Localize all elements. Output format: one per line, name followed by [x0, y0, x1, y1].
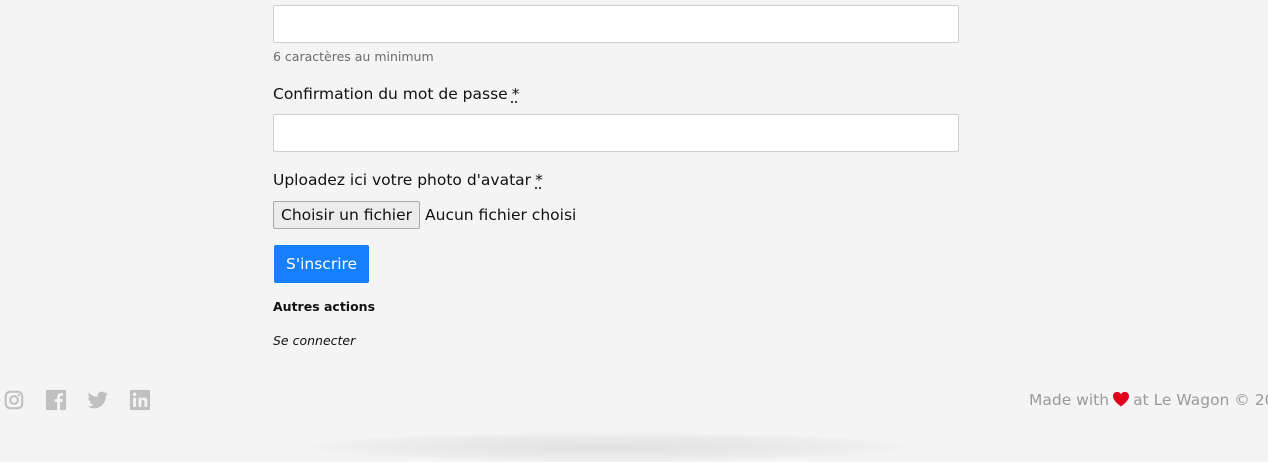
linkedin-icon[interactable]	[129, 389, 151, 411]
footer-credit: Made with at Le Wagon © 20	[1029, 391, 1268, 409]
instagram-icon[interactable]	[3, 389, 25, 411]
bottom-shadow	[310, 432, 905, 462]
password-hint: 6 caractères au minimum	[273, 49, 434, 64]
choose-file-button[interactable]: Choisir un fichier	[273, 201, 421, 229]
password-confirmation-input[interactable]	[273, 114, 959, 152]
avatar-label: Uploadez ici votre photo d'avatar *	[273, 171, 543, 189]
file-status-text: Aucun fichier choisi	[425, 206, 577, 224]
signup-submit-button[interactable]: S'inscrire	[274, 245, 370, 283]
password-input[interactable]	[273, 5, 959, 43]
social-links	[3, 389, 171, 411]
at-le-wagon-text: at Le Wagon © 20	[1133, 391, 1268, 409]
required-marker: *	[535, 171, 543, 189]
login-link[interactable]: Se connecter	[273, 333, 355, 348]
made-with-text: Made with	[1029, 391, 1110, 409]
heart-icon	[1112, 391, 1130, 407]
avatar-label-text: Uploadez ici votre photo d'avatar	[273, 171, 532, 189]
twitter-icon[interactable]	[87, 389, 109, 411]
password-confirmation-label-text: Confirmation du mot de passe	[273, 85, 508, 103]
password-confirmation-label: Confirmation du mot de passe *	[273, 85, 519, 103]
facebook-icon[interactable]	[45, 389, 67, 411]
avatar-file-input: Choisir un fichier Aucun fichier choisi	[273, 201, 576, 229]
required-marker: *	[511, 85, 520, 103]
other-actions-title: Autres actions	[273, 299, 376, 314]
